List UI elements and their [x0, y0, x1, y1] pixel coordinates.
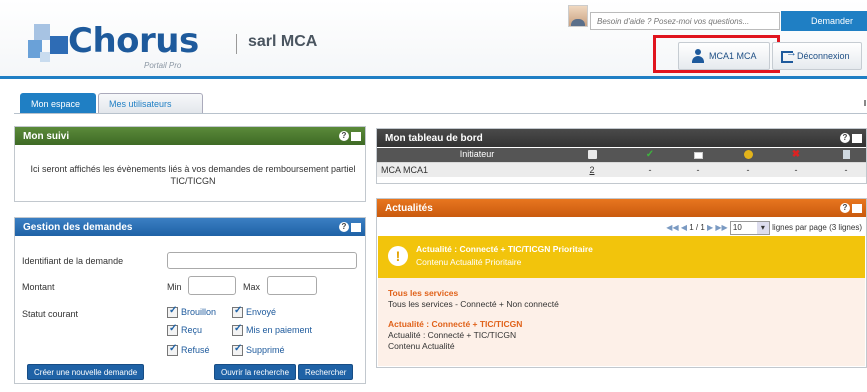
logo-icon [28, 24, 70, 64]
help-icon[interactable]: ? [840, 203, 850, 213]
gestion-header: Gestion des demandes ? [15, 218, 365, 236]
logo-text: Chorus [68, 21, 199, 61]
logo-subtitle: Portail Pro [144, 61, 182, 70]
montant-max-input[interactable] [267, 276, 317, 295]
news-item-title[interactable]: Tous les services [388, 288, 458, 298]
minimize-icon[interactable] [852, 204, 862, 213]
logout-icon [781, 47, 797, 63]
pagination: ◀◀ ◀ 1 / 1 ▶ ▶▶ 10 lignes par page (3 li… [666, 221, 862, 235]
help-ask-button[interactable]: Demander [781, 11, 867, 31]
initiateur-column-header[interactable]: Initiateur [377, 149, 577, 159]
pager-pages: 1 / 1 [689, 223, 705, 233]
user-name: MCA1 MCA [709, 51, 757, 61]
statut-label: Statut courant [22, 309, 79, 319]
news-item-line: Contenu Actualité [388, 341, 455, 351]
tabs-baseline [14, 113, 867, 114]
per-page-label: lignes par page (3 lignes) [772, 223, 862, 233]
count-cell-documents[interactable]: 2 [577, 165, 607, 175]
priority-news-title[interactable]: Actualité : Connecté + TIC/TICGN Priorit… [416, 244, 593, 254]
actualites-panel: Actualités ? ◀◀ ◀ 1 / 1 ▶ ▶▶ 10 lignes p… [376, 198, 867, 368]
id-demande-label: Identifiant de la demande [22, 256, 124, 266]
count-cell-supprimes: - [844, 165, 848, 175]
count-cell-valides: - [648, 165, 652, 175]
edge-marker [864, 100, 866, 106]
count-cell-envoyes: - [696, 165, 700, 175]
actualites-title: Actualités [385, 203, 433, 214]
header-divider [236, 34, 237, 54]
assistant-avatar-icon [568, 5, 588, 27]
news-list: Tous les services Tous les services - Co… [378, 278, 865, 366]
help-icon[interactable]: ? [339, 131, 349, 141]
search-button[interactable]: Rechercher [298, 364, 354, 380]
priority-news: ! Actualité : Connecté + TIC/TICGN Prior… [378, 236, 865, 278]
gestion-title: Gestion des demandes [23, 222, 133, 233]
header-accent-bar [0, 76, 867, 79]
trash-icon [831, 150, 861, 161]
news-item-title[interactable]: Actualité : Connecté + TIC/TICGN [388, 319, 522, 329]
logout-button[interactable]: Déconnexion [772, 42, 862, 70]
company-name: sarl MCA [248, 33, 318, 50]
tableau-column-headers: Initiateur ✓ ✖ [377, 148, 866, 162]
count-cell-paiement: - [746, 165, 750, 175]
tab-mon-espace[interactable]: Mon espace [20, 93, 96, 113]
mon-suivi-header: Mon suivi ? [15, 127, 365, 145]
tableau-title: Mon tableau de bord [385, 133, 483, 144]
id-demande-input[interactable] [167, 252, 357, 269]
logout-label: Déconnexion [797, 51, 850, 61]
mon-suivi-panel: Mon suivi ? Ici seront affichés les évèn… [14, 126, 366, 202]
tab-mes-utilisateurs[interactable]: Mes utilisateurs [98, 93, 203, 113]
montant-min-input[interactable] [188, 276, 236, 295]
minimize-icon[interactable] [852, 134, 862, 143]
mon-suivi-message: Ici seront affichés les évènements liés … [30, 164, 356, 186]
min-label: Min [167, 282, 182, 292]
mail-icon [683, 151, 713, 161]
actualites-header: Actualités ? [377, 199, 866, 217]
tableau-de-bord-panel: Mon tableau de bord ? Initiateur ✓ ✖ MCA… [376, 128, 867, 184]
gestion-demandes-panel: Gestion des demandes ? Identifiant de la… [14, 217, 366, 384]
minimize-icon[interactable] [351, 223, 361, 232]
pager-prev-controls[interactable]: ◀◀ ◀ [666, 223, 689, 232]
create-demande-button[interactable]: Créer une nouvelle demande [27, 364, 145, 380]
check-icon: ✓ [645, 149, 655, 160]
per-page-select[interactable]: 10 [729, 221, 770, 235]
table-row[interactable]: MCA MCA1 2 - - - - - [377, 162, 866, 177]
initiateur-cell: MCA MCA1 [381, 165, 429, 175]
open-search-button[interactable]: Ouvrir la recherche [214, 364, 297, 380]
count-cell-refuses: - [794, 165, 798, 175]
mon-suivi-title: Mon suivi [23, 131, 70, 142]
app-header: Chorus Portail Pro sarl MCA Demander MCA… [0, 0, 867, 78]
priority-news-body: Contenu Actualité Prioritaire [416, 257, 522, 267]
max-label: Max [243, 282, 261, 292]
minimize-icon[interactable] [351, 132, 361, 141]
help-search-input[interactable] [590, 12, 780, 30]
warning-icon: ! [388, 246, 408, 266]
coins-icon [733, 150, 763, 161]
document-icon [577, 150, 607, 161]
user-account-button[interactable]: MCA1 MCA [678, 42, 770, 70]
news-item-line: Tous les services - Connecté + Non conne… [388, 299, 559, 309]
montant-label: Montant [22, 282, 55, 292]
chorus-logo[interactable]: Chorus Portail Pro [28, 14, 238, 72]
pager-next-controls[interactable]: ▶ ▶▶ [705, 223, 728, 232]
news-item-line: Actualité : Connecté + TIC/TICGN [388, 330, 517, 340]
help-icon[interactable]: ? [339, 222, 349, 232]
cross-icon: ✖ [791, 149, 801, 160]
user-icon [691, 49, 705, 63]
tableau-header: Mon tableau de bord ? [377, 129, 866, 147]
help-icon[interactable]: ? [840, 133, 850, 143]
